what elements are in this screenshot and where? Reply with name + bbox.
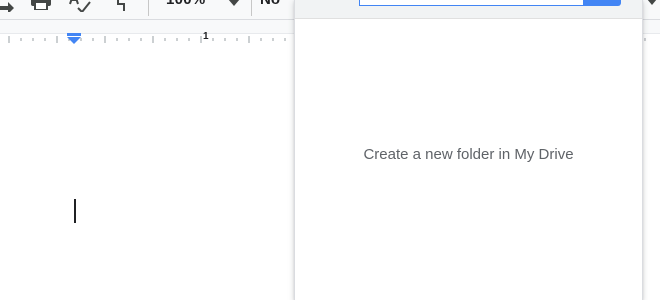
spellcheck-icon[interactable] bbox=[68, 0, 92, 12]
paragraph-style-select[interactable]: No bbox=[260, 0, 280, 8]
new-folder-dialog: Create a new folder in My Drive bbox=[294, 0, 643, 300]
paint-format-icon[interactable] bbox=[114, 0, 134, 12]
empty-state-message: Create a new folder in My Drive bbox=[363, 146, 574, 163]
docs-window: 100% No 1 Create a new folder in My Driv… bbox=[0, 0, 660, 300]
indent-marker-icon[interactable] bbox=[66, 33, 82, 46]
zoom-dropdown-caret-icon[interactable] bbox=[228, 0, 240, 6]
dialog-header bbox=[295, 0, 642, 19]
zoom-select[interactable]: 100% bbox=[166, 0, 206, 8]
chevron-down-icon[interactable] bbox=[647, 0, 657, 5]
print-icon[interactable] bbox=[30, 0, 52, 10]
toolbar-divider bbox=[148, 0, 149, 16]
toolbar-divider bbox=[251, 0, 252, 16]
ruler-inch-label: 1 bbox=[203, 31, 209, 42]
folder-name-input[interactable] bbox=[359, 0, 591, 6]
redo-icon[interactable] bbox=[0, 0, 14, 12]
create-folder-button[interactable] bbox=[583, 0, 621, 6]
text-cursor bbox=[74, 199, 76, 223]
